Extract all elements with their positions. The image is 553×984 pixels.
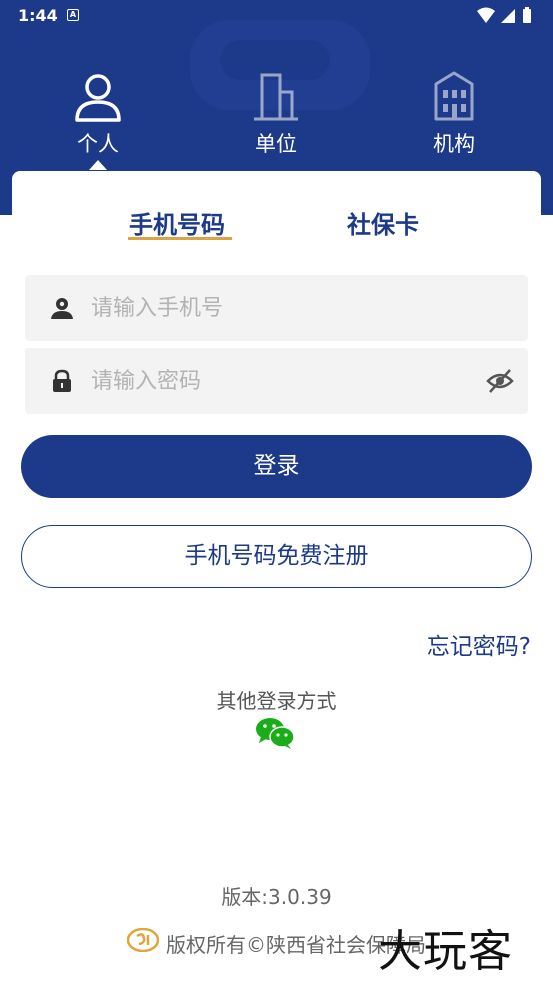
tab-phone-login[interactable]: 手机号码 [129, 205, 225, 240]
user-icon [51, 298, 73, 319]
phone-field [25, 275, 528, 341]
tab-personal-label: 个人 [77, 132, 119, 156]
eye-off-icon[interactable] [486, 368, 514, 394]
tab-phone-login-underline [128, 237, 232, 240]
tab-personal[interactable]: 个人 [43, 70, 153, 165]
password-field [25, 348, 528, 414]
tab-institution-label: 机构 [433, 132, 475, 156]
version-label: 版本:3.0.39 [221, 885, 332, 909]
wechat-icon[interactable] [255, 716, 295, 750]
other-login-label: 其他登录方式 [216, 689, 337, 713]
login-card: 手机号码 社保卡 登录 手机号码免费注册 忘记密码? 其他登录方式 [12, 171, 541, 984]
register-button[interactable]: 手机号码免费注册 [21, 525, 532, 588]
phone-input[interactable] [91, 287, 471, 329]
social-insurance-logo [127, 928, 159, 952]
person-icon [75, 74, 121, 122]
building-icon [254, 73, 298, 121]
forgot-password-link[interactable]: 忘记密码? [427, 627, 531, 661]
tab-institution[interactable]: 机构 [399, 70, 509, 165]
password-input[interactable] [91, 360, 471, 402]
wifi-signal-battery-icon [477, 7, 531, 23]
tab-social-card-login[interactable]: 社保卡 [347, 205, 419, 240]
status-time: 1:44 [18, 6, 58, 25]
tab-employer[interactable]: 单位 [221, 70, 331, 165]
active-tab-indicator [89, 160, 107, 170]
login-button[interactable]: 登录 [21, 435, 532, 498]
status-icons [477, 7, 541, 29]
tab-employer-label: 单位 [255, 132, 297, 156]
notification-icon: A [67, 9, 79, 21]
status-bar: 1:44 A [0, 0, 553, 32]
watermark: 大玩客 [378, 926, 513, 977]
institution-icon [434, 71, 474, 121]
lock-icon [53, 369, 71, 392]
